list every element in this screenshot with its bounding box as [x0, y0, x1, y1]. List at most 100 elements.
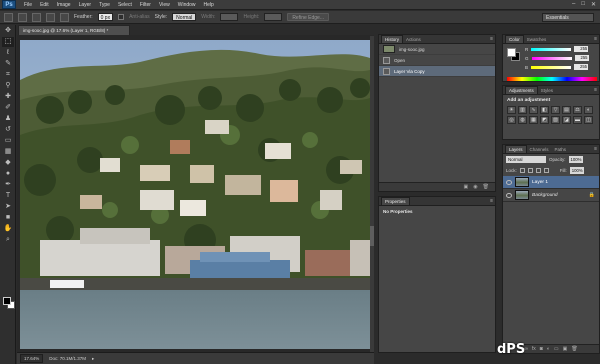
- tab-channels[interactable]: Channels: [527, 146, 552, 153]
- curves-icon[interactable]: ∿: [529, 106, 538, 114]
- blend-mode-select[interactable]: Normal: [506, 156, 546, 163]
- tab-history[interactable]: History: [381, 35, 404, 43]
- color-lookup-icon[interactable]: ▦: [529, 116, 538, 124]
- color-spectrum-bar[interactable]: [507, 77, 597, 81]
- intersect-selection-icon[interactable]: [60, 12, 69, 22]
- brush-tool-icon[interactable]: ✐: [2, 103, 14, 113]
- marquee-tool-preset-icon[interactable]: [4, 12, 13, 22]
- lock-transparent-pixels-icon[interactable]: [519, 168, 525, 173]
- invert-icon[interactable]: ◩: [540, 116, 549, 124]
- foreground-color-swatch[interactable]: [3, 297, 11, 305]
- new-snapshot-icon[interactable]: ◉: [473, 184, 477, 190]
- tab-styles[interactable]: Styles: [538, 87, 556, 94]
- new-selection-icon[interactable]: [18, 12, 27, 22]
- green-value[interactable]: 255: [574, 55, 589, 61]
- history-item-layer-via-copy[interactable]: Layer Via Copy: [379, 66, 495, 77]
- layer-row-background[interactable]: Background 🔒: [503, 189, 599, 202]
- move-tool-icon[interactable]: ✥: [2, 26, 14, 36]
- red-value[interactable]: 255: [574, 46, 589, 52]
- color-foreground-swatch[interactable]: [507, 48, 516, 57]
- menu-file[interactable]: File: [20, 2, 36, 8]
- menu-layer[interactable]: Layer: [75, 2, 96, 8]
- menu-view[interactable]: View: [155, 2, 174, 8]
- green-slider-row[interactable]: G 255: [525, 55, 599, 61]
- exposure-icon[interactable]: ◧: [540, 106, 549, 114]
- new-adjustment-layer-icon[interactable]: ◐: [547, 346, 550, 352]
- path-selection-tool-icon[interactable]: ➤: [2, 202, 14, 212]
- menu-type[interactable]: Type: [95, 2, 114, 8]
- workspace-select[interactable]: Essentials: [542, 13, 594, 22]
- width-input[interactable]: [220, 13, 239, 21]
- lasso-tool-icon[interactable]: ℓ: [2, 48, 14, 58]
- vibrance-icon[interactable]: ▽: [551, 106, 560, 114]
- antialias-checkbox[interactable]: [118, 14, 125, 20]
- menu-help[interactable]: Help: [200, 2, 218, 8]
- new-layer-icon[interactable]: ▣: [563, 346, 568, 352]
- visibility-eye-icon[interactable]: [506, 179, 512, 185]
- brightness-contrast-icon[interactable]: ☀: [507, 106, 516, 114]
- selective-color-icon[interactable]: ◫: [584, 116, 593, 124]
- panel-menu-icon[interactable]: ≡: [594, 146, 597, 152]
- posterize-icon[interactable]: ▨: [551, 116, 560, 124]
- refine-edge-button[interactable]: Refine Edge...: [287, 13, 329, 21]
- red-slider-row[interactable]: R 255: [525, 46, 599, 52]
- add-mask-icon[interactable]: ◙: [540, 346, 543, 352]
- shape-tool-icon[interactable]: ■: [2, 213, 14, 223]
- dodge-tool-icon[interactable]: ●: [2, 169, 14, 179]
- fill-input[interactable]: 100%: [569, 167, 584, 174]
- zoom-tool-icon[interactable]: ⌕: [2, 235, 14, 245]
- menu-image[interactable]: Image: [53, 2, 75, 8]
- green-slider[interactable]: [531, 56, 572, 60]
- layer-style-icon[interactable]: fx: [532, 346, 536, 352]
- history-item-open[interactable]: Open: [379, 55, 495, 66]
- healing-brush-tool-icon[interactable]: ✚: [2, 92, 14, 102]
- menu-select[interactable]: Select: [114, 2, 136, 8]
- visibility-eye-icon[interactable]: [506, 192, 512, 198]
- trash-icon[interactable]: 🗑: [483, 184, 489, 190]
- clone-stamp-tool-icon[interactable]: ♟: [2, 114, 14, 124]
- blue-slider-row[interactable]: B 255: [525, 64, 599, 70]
- history-brush-tool-icon[interactable]: ↺: [2, 125, 14, 135]
- lock-position-icon[interactable]: [535, 168, 541, 173]
- maximize-button[interactable]: □: [581, 1, 585, 8]
- feather-input[interactable]: 0 px: [97, 13, 114, 21]
- quick-select-tool-icon[interactable]: ✎: [2, 59, 14, 69]
- document-tab[interactable]: img-sooc.jpg @ 17.6% (Layer 1, RGB/8) *: [18, 25, 130, 35]
- vertical-scrollbar[interactable]: [370, 36, 374, 352]
- crop-tool-icon[interactable]: ⌗: [2, 70, 14, 80]
- tab-actions[interactable]: Actions: [403, 36, 424, 43]
- hue-saturation-icon[interactable]: ▤: [562, 106, 571, 114]
- color-balance-icon[interactable]: ⚖: [573, 106, 582, 114]
- levels-icon[interactable]: ▥: [518, 106, 527, 114]
- tab-swatches[interactable]: Swatches: [524, 36, 550, 43]
- panel-menu-icon[interactable]: ≡: [490, 198, 493, 204]
- pen-tool-icon[interactable]: ✒: [2, 180, 14, 190]
- blur-tool-icon[interactable]: ◆: [2, 158, 14, 168]
- style-select[interactable]: Normal: [172, 13, 197, 21]
- vertical-scrollbar-thumb[interactable]: [370, 226, 374, 246]
- lock-image-pixels-icon[interactable]: [527, 168, 533, 173]
- new-group-icon[interactable]: ▭: [554, 346, 559, 352]
- tab-layers[interactable]: Layers: [505, 145, 527, 153]
- status-arrow-icon[interactable]: ▸: [92, 356, 94, 362]
- blue-slider[interactable]: [531, 65, 572, 69]
- channel-mixer-icon[interactable]: ◍: [518, 116, 527, 124]
- red-slider[interactable]: [531, 47, 572, 51]
- trash-icon[interactable]: 🗑: [571, 346, 577, 352]
- type-tool-icon[interactable]: T: [2, 191, 14, 201]
- blue-value[interactable]: 255: [574, 64, 589, 70]
- black-white-icon[interactable]: ◐: [584, 106, 593, 114]
- new-document-from-state-icon[interactable]: ▣: [464, 184, 469, 190]
- height-input[interactable]: [264, 13, 283, 21]
- gradient-map-icon[interactable]: ▬: [573, 116, 582, 124]
- threshold-icon[interactable]: ◪: [562, 116, 571, 124]
- panel-menu-icon[interactable]: ≡: [594, 36, 597, 42]
- photo-filter-icon[interactable]: ◎: [507, 116, 516, 124]
- marquee-tool-icon[interactable]: ⬚: [2, 37, 14, 47]
- menu-filter[interactable]: Filter: [136, 2, 155, 8]
- history-snapshot[interactable]: img-sooc.jpg: [379, 44, 495, 55]
- opacity-input[interactable]: 100%: [568, 156, 583, 163]
- menu-window[interactable]: Window: [174, 2, 200, 8]
- add-to-selection-icon[interactable]: [32, 12, 41, 22]
- tab-properties[interactable]: Properties: [381, 197, 410, 205]
